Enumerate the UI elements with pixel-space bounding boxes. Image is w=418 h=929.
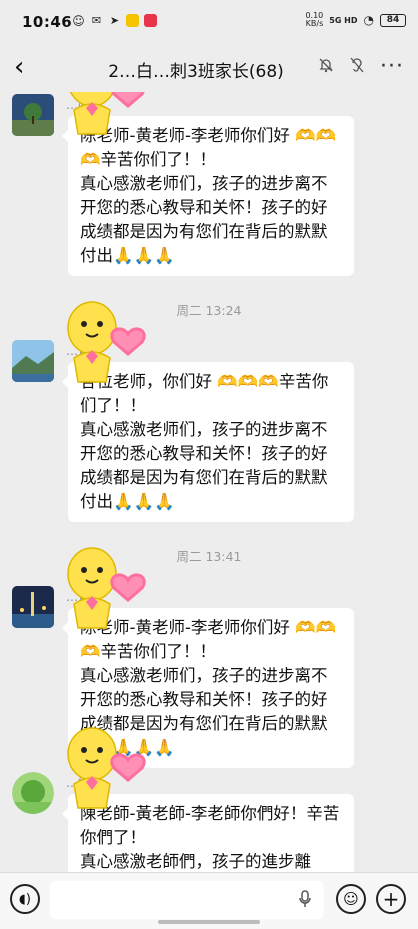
wifi-icon: ◔	[363, 13, 374, 27]
status-time: 10:46	[22, 13, 73, 31]
ear-icon[interactable]	[350, 57, 364, 77]
voice-wave-icon: ◖)	[19, 891, 31, 907]
home-indicator[interactable]	[158, 920, 260, 924]
avatar[interactable]	[12, 340, 54, 382]
app-badge-icon	[126, 14, 139, 27]
avatar[interactable]	[12, 772, 54, 814]
plus-icon: +	[382, 887, 400, 911]
network-speed-unit: KB/s	[305, 19, 324, 28]
chat-title: 2…白…刺3班家长(68)	[108, 62, 284, 82]
avatar[interactable]	[12, 94, 54, 136]
message-icon: ✉	[91, 14, 102, 27]
app-red-icon	[144, 14, 157, 27]
status-right: 0.10 KB/s 5G HD ◔ 84	[305, 12, 406, 28]
notification-icon: ☺	[72, 13, 85, 28]
microphone-icon[interactable]	[298, 890, 312, 912]
send-icon: ➤	[109, 14, 120, 27]
emoji-button[interactable]: ☺	[336, 884, 366, 914]
message-input[interactable]	[50, 881, 324, 919]
mute-bell-icon[interactable]	[318, 57, 334, 77]
more-button[interactable]: ···	[380, 56, 404, 78]
back-button[interactable]: ‹	[14, 54, 24, 80]
network-speed: 0.10 KB/s	[305, 12, 323, 28]
add-button[interactable]: +	[376, 884, 406, 914]
avatar[interactable]	[12, 586, 54, 628]
voice-button[interactable]: ◖)	[10, 884, 40, 914]
sender-name: …妈妈	[66, 98, 103, 112]
signal-icon: 5G HD	[329, 15, 358, 25]
sender-name: …爸爸	[66, 590, 103, 604]
message-bubble[interactable]: 各位老师，你们好 🫶🫶🫶辛苦你们了！！ 真心感激老师们，孩子的进步离不开您的悉心…	[62, 362, 354, 522]
status-app-icons: ☺ ✉ ➤	[72, 13, 157, 28]
message-bubble[interactable]: 陈老师-黄老师-李老师你们好 🫶🫶🫶辛苦你们了！！ 真心感激老师们，孩子的进步离…	[62, 608, 354, 768]
sender-name: …媽	[66, 776, 91, 790]
battery-icon: 84	[380, 13, 406, 27]
time-separator: 周二 13:41	[176, 549, 242, 564]
sender-name: …爸爸	[66, 344, 103, 358]
status-bar: 10:46 ☺ ✉ ➤ 0.10 KB/s 5G HD ◔ 84	[0, 0, 418, 44]
chat-header: ‹ 2…白…刺3班家长(68) ···	[0, 44, 418, 92]
message-bubble[interactable]: 陈老师-黄老师-李老师你们好 🫶🫶🫶辛苦你们了！！ 真心感激老师们，孩子的进步离…	[62, 116, 354, 276]
time-separator: 周二 13:24	[176, 303, 242, 318]
smiley-icon: ☺	[343, 890, 359, 908]
message-bubble[interactable]: 陳老師-黃老師-李老師你們好！辛苦你們了！ 真心感激老師們，孩子的進步離	[62, 794, 354, 872]
chat-messages[interactable]: …妈妈 陈老师-黄老师-李老师你们好 🫶🫶🫶辛苦你们了！！ 真心感激老师们，孩子…	[0, 92, 418, 872]
header-actions: ···	[318, 56, 404, 78]
